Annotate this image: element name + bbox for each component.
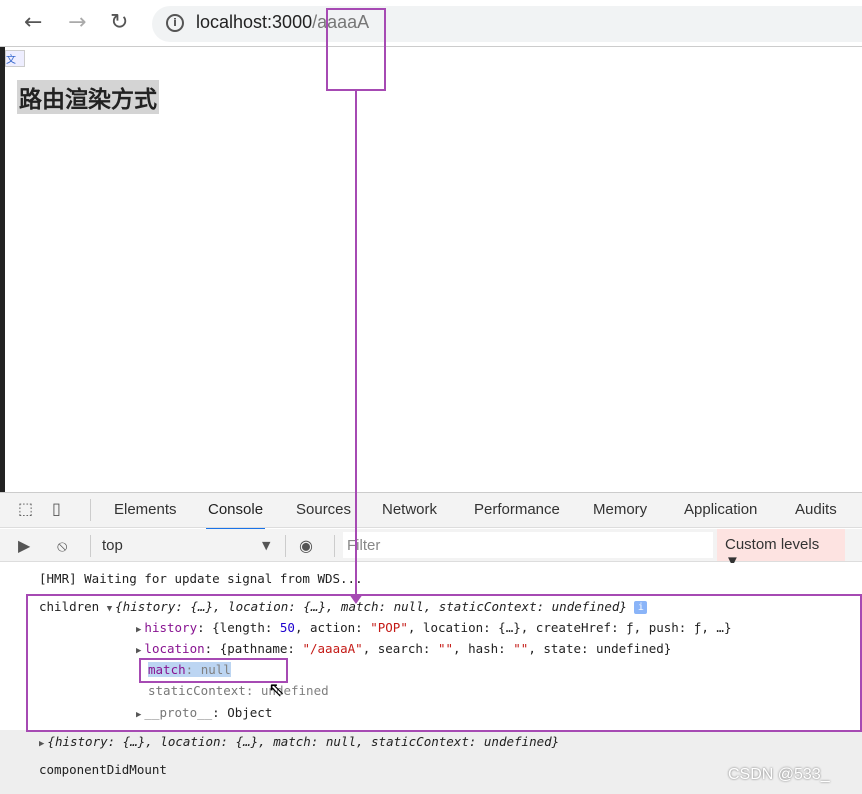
tab-sources[interactable]: Sources (296, 501, 351, 518)
annotation-connector (355, 90, 357, 598)
log-levels-dropdown[interactable]: Custom levels ▼ (717, 529, 845, 570)
console-line-did-mount: componentDidMount (39, 762, 167, 777)
tab-audits[interactable]: Audits (795, 501, 837, 518)
sidebar-toggle-icon[interactable]: ▶ (18, 536, 30, 555)
divider (334, 535, 335, 557)
tab-elements[interactable]: Elements (114, 501, 177, 518)
annotation-box-match (139, 658, 288, 683)
address-bar[interactable]: i localhost:3000/aaaaA (152, 6, 862, 42)
mouse-cursor-icon: ⇖ (268, 677, 285, 701)
divider (90, 535, 91, 557)
tab-network[interactable]: Network (382, 501, 437, 518)
console-line-hmr: [HMR] Waiting for update signal from WDS… (39, 571, 363, 586)
left-edge (0, 47, 5, 492)
clear-console-icon[interactable]: ⦸ (57, 536, 67, 556)
inspect-icon[interactable]: ⬚ (18, 499, 33, 518)
tab-performance[interactable]: Performance (474, 501, 560, 518)
annotation-box-url (326, 8, 386, 91)
devtools-tabbar: ⬚ ▯ Elements Console Sources Network Per… (0, 492, 862, 530)
context-select[interactable]: top (102, 537, 123, 554)
device-toggle-icon[interactable]: ▯ (52, 499, 61, 518)
divider (285, 535, 286, 557)
page-heading: 路由渲染方式 (17, 80, 159, 114)
chevron-down-icon[interactable]: ▼ (262, 539, 270, 552)
info-icon[interactable]: i (166, 14, 184, 32)
watermark: CSDN @533_ (728, 766, 830, 783)
forward-button[interactable]: → (68, 10, 86, 35)
reload-button[interactable]: ↻ (110, 10, 128, 35)
expand-triangle-icon[interactable]: ▶ (39, 739, 44, 749)
back-button[interactable]: ← (24, 10, 42, 35)
console-line-object[interactable]: ▶ {history: {…}, location: {…}, match: nu… (39, 734, 559, 749)
url-host: localhost:3000 (196, 12, 313, 32)
tab-application[interactable]: Application (684, 501, 757, 518)
tab-console[interactable]: Console (205, 501, 266, 530)
eye-icon[interactable]: ◉ (299, 536, 313, 555)
translate-icon[interactable]: 文 (5, 50, 25, 67)
browser-toolbar: ← → ↻ i localhost:3000/aaaaA (0, 0, 862, 47)
filter-input[interactable]: Filter (343, 532, 713, 558)
object-summary: {history: {…}, location: {…}, match: nul… (47, 734, 560, 749)
divider (90, 499, 91, 521)
tab-memory[interactable]: Memory (593, 501, 647, 518)
console-toolbar: ▶ ⦸ top ▼ ◉ Filter Custom levels ▼ (0, 529, 862, 570)
